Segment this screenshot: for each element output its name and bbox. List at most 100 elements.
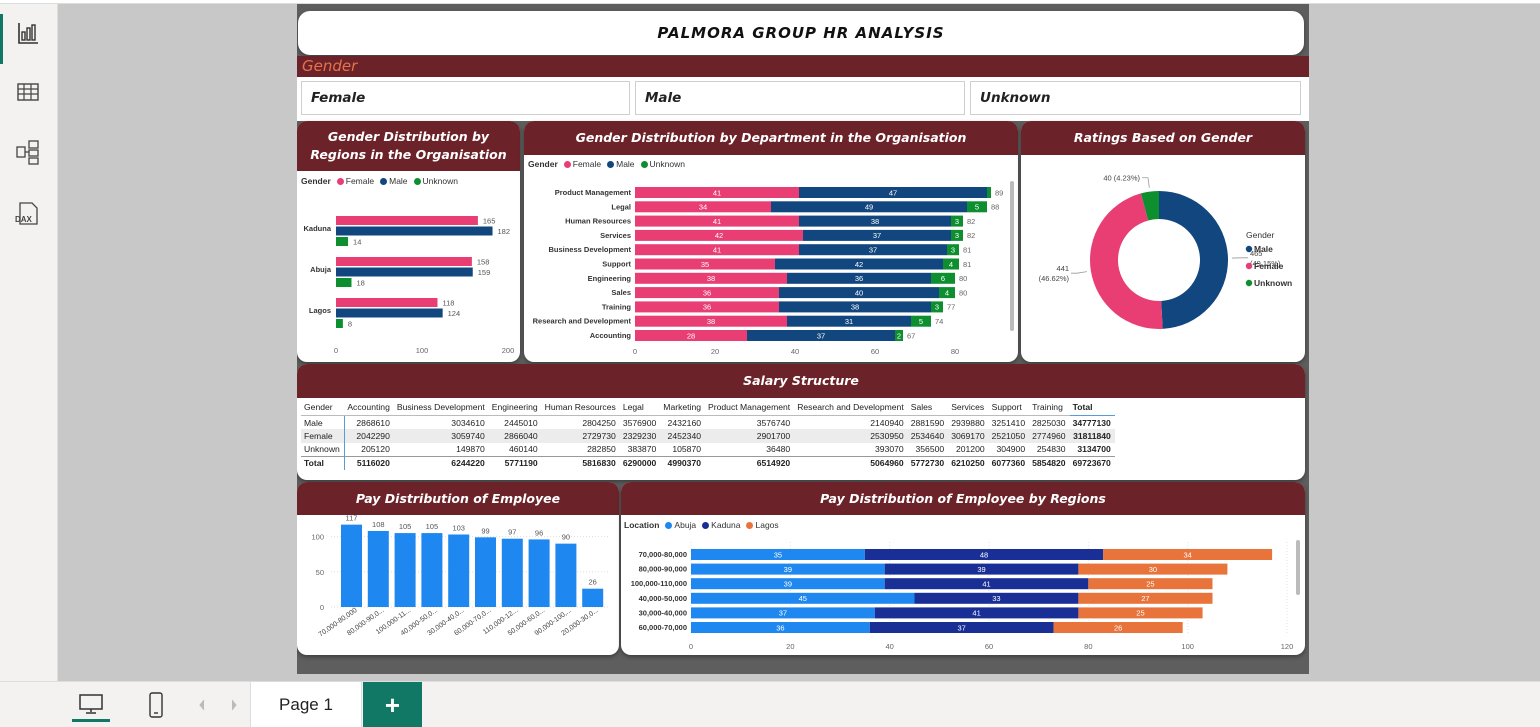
data-label: 31 — [845, 317, 853, 326]
table-cell: 6290000 — [619, 455, 661, 470]
table-cell: 6514920 — [705, 455, 795, 470]
x-tick-label: 40 — [885, 642, 893, 651]
row-header: Female — [301, 429, 345, 443]
gender-slicer: Female Male Unknown — [297, 77, 1309, 121]
row-header: Total — [301, 455, 345, 470]
slicer-unknown[interactable]: Unknown — [970, 81, 1301, 115]
model-view-icon[interactable] — [12, 136, 44, 168]
table-cell: 2881590 — [910, 417, 945, 428]
column-header[interactable]: Services — [948, 400, 989, 416]
report-view-icon[interactable] — [12, 17, 44, 49]
column-header[interactable]: Legal — [619, 400, 661, 416]
column-header[interactable]: Sales — [907, 400, 949, 416]
data-label: 105 — [399, 522, 412, 531]
x-tick-label: 120 — [1281, 642, 1294, 651]
column-header-total[interactable]: Total — [1069, 400, 1115, 416]
table-cell: 356500 — [915, 444, 945, 454]
bar — [367, 530, 389, 607]
slicer-male[interactable]: Male — [635, 81, 965, 115]
total-label: 82 — [967, 217, 975, 226]
pay-regions-chart-card[interactable]: Pay Distribution of Employee by Regions … — [621, 482, 1305, 655]
data-label: 34 — [1183, 550, 1191, 559]
category-label: 30,000-40,000 — [639, 608, 687, 617]
regions-chart-card[interactable]: Gender Distribution by Regions in the Or… — [297, 121, 520, 362]
bar-unknown — [336, 237, 349, 246]
dax-query-icon[interactable]: DAX — [12, 198, 44, 230]
category-label: Business Development — [548, 245, 631, 254]
x-tick-label: 80 — [1084, 642, 1092, 651]
table-cell: 383870 — [627, 444, 657, 454]
y-tick-label: 100 — [311, 533, 324, 542]
next-page-icon[interactable] — [228, 696, 240, 714]
active-view-indicator — [0, 14, 3, 64]
column-header[interactable]: Marketing — [660, 400, 706, 416]
table-cell: 3576740 — [756, 417, 791, 428]
data-label: 14 — [353, 238, 361, 247]
data-label: 36 — [703, 303, 711, 312]
report-title: PALMORA GROUP HR ANALYSIS — [657, 24, 945, 42]
table-cell: 2452340 — [660, 429, 706, 443]
column-header[interactable]: Accounting — [344, 400, 394, 416]
table-cell: 2774960 — [1029, 429, 1070, 443]
data-label: 30 — [1149, 565, 1157, 574]
table-cell: 6244220 — [393, 455, 489, 470]
salary-table-card[interactable]: Salary Structure Gender Accounting Busin… — [297, 364, 1305, 480]
tab-page-1[interactable]: Page 1 — [250, 682, 362, 727]
data-label: 165 — [483, 217, 496, 226]
data-label: 38 — [707, 274, 715, 283]
column-header[interactable]: Gender — [301, 400, 345, 416]
salary-body: Male 2868610 3034610 2445010 2804250 3576900 2… — [301, 415, 1115, 470]
y-tick-label: 0 — [320, 603, 324, 612]
data-label: 38 — [871, 217, 879, 226]
category-label: 40,000-50,000 — [639, 594, 687, 603]
y-tick-label: 50 — [316, 568, 324, 577]
data-label: 37 — [817, 331, 825, 340]
ratings-chart-card[interactable]: Ratings Based on Gender 465 (49.15%) 441 (4… — [1021, 121, 1305, 362]
category-label: Services — [600, 231, 631, 240]
data-label: 37 — [873, 231, 881, 240]
table-cell: 3069170 — [948, 429, 989, 443]
column-header[interactable]: Business Development — [393, 400, 489, 416]
column-header[interactable]: Support — [988, 400, 1030, 416]
previous-page-icon[interactable] — [196, 696, 208, 714]
category-label: Sales — [611, 288, 631, 297]
table-cell: 36480 — [766, 444, 791, 454]
slicer-female[interactable]: Female — [301, 81, 630, 115]
mobile-layout-icon[interactable] — [144, 688, 168, 722]
pay-chart: 05010011770,000-80,00010880,000-90,0...1… — [311, 514, 609, 639]
bar-male — [336, 267, 473, 277]
data-label: 39 — [784, 565, 792, 574]
data-label: 99 — [481, 526, 489, 535]
table-cell: 460140 — [508, 444, 538, 454]
data-label: 118 — [442, 299, 454, 308]
column-header[interactable]: Product Management — [705, 400, 795, 416]
column-header[interactable]: Training — [1029, 400, 1070, 416]
donut-slice-male — [1159, 191, 1229, 329]
data-label: 42 — [855, 260, 863, 269]
legend-label-female: Female — [1254, 261, 1284, 271]
table-cell: 4990370 — [660, 455, 706, 470]
pay-chart-card[interactable]: Pay Distribution of Employee 0 50 100 117 70… — [297, 482, 619, 655]
gender-slicer-header: Gender — [297, 56, 1309, 77]
data-label: 441 — [1057, 264, 1070, 273]
table-cell: 304900 — [996, 444, 1026, 454]
data-label: 36 — [855, 274, 863, 283]
department-chart-card[interactable]: Gender Distribution by Department in the… — [524, 121, 1018, 362]
desktop-layout-icon[interactable] — [72, 688, 110, 722]
data-label: 25 — [1136, 609, 1144, 618]
category-label: Engineering — [588, 274, 632, 283]
add-page-button[interactable]: + — [363, 682, 422, 727]
total-label: 77 — [947, 303, 955, 312]
category-label: Research and Development — [533, 317, 632, 326]
column-header[interactable]: Engineering — [488, 400, 542, 416]
category-label: Human Resources — [565, 217, 631, 226]
table-row: Unknown 205120 149870 460140 282850 383870 105… — [301, 442, 1115, 456]
column-header[interactable]: Human Resources — [541, 400, 620, 416]
column-header[interactable]: Research and Development — [794, 400, 908, 416]
table-row: Total 5116020 6244220 5771190 5816830 6290000… — [301, 455, 1115, 470]
table-view-icon[interactable] — [12, 76, 44, 108]
category-label: Product Management — [555, 188, 632, 197]
data-label: 3 — [955, 217, 959, 226]
data-label: 5 — [975, 203, 979, 212]
table-cell: 2140940 — [870, 417, 904, 428]
